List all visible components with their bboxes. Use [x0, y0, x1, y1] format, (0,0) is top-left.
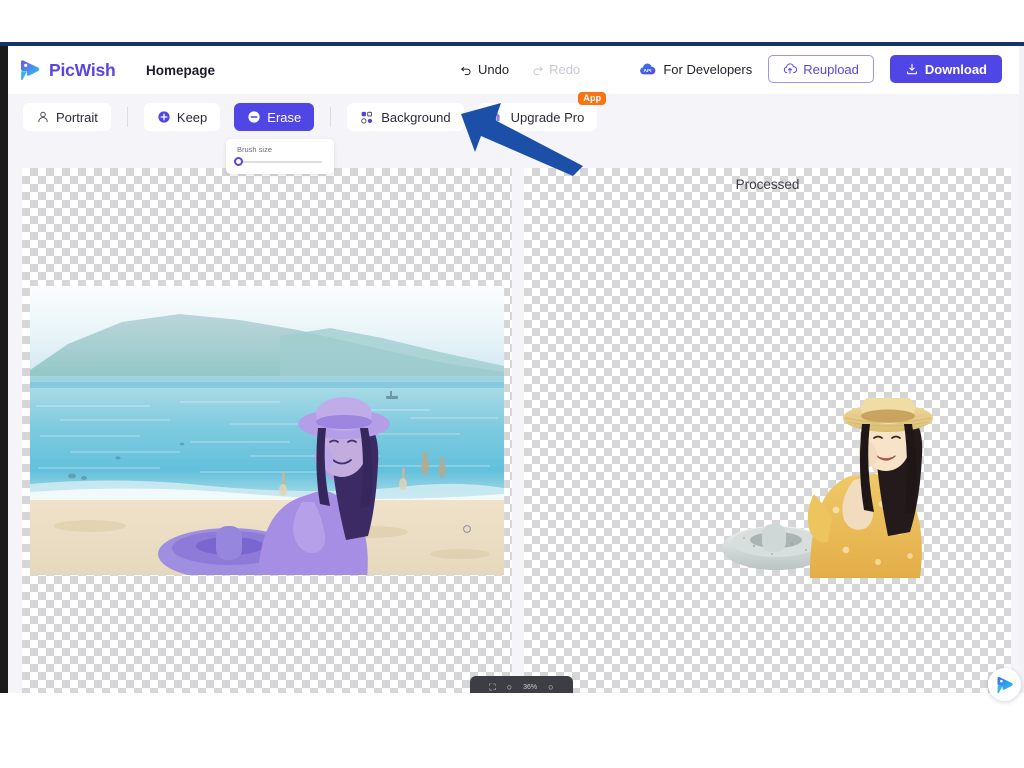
homepage-link[interactable]: Homepage	[146, 63, 215, 78]
original-beach-photo	[30, 286, 504, 575]
toolbar-divider-1	[127, 107, 128, 127]
background-layers-icon	[360, 110, 375, 125]
api-cloud-icon: API	[639, 62, 656, 76]
svg-text:API: API	[644, 68, 653, 74]
brand-name: PicWish	[49, 60, 116, 81]
tool-background-label: Background	[381, 110, 450, 125]
redo-arrow-icon	[531, 63, 544, 76]
tool-keep-label: Keep	[177, 110, 207, 125]
undo-button[interactable]: Undo	[460, 62, 509, 77]
upgrade-crown-icon	[491, 110, 505, 124]
reupload-label: Reupload	[803, 62, 859, 77]
window-right-gutter	[1019, 46, 1024, 693]
page-bottom-filler	[0, 693, 1024, 768]
undo-arrow-icon	[460, 63, 473, 76]
editor-toolbar: Portrait Keep Erase	[8, 94, 1019, 139]
reupload-button[interactable]: Reupload	[768, 55, 874, 83]
fit-screen-icon[interactable]: ⛶	[489, 683, 495, 692]
undo-label: Undo	[478, 62, 509, 77]
processed-image-pane[interactable]: Processed	[524, 168, 1011, 693]
tool-erase-label: Erase	[267, 110, 301, 125]
window-left-gutter	[0, 46, 8, 693]
toolbar-divider-2	[330, 107, 331, 127]
upload-cloud-icon	[783, 62, 797, 76]
person-icon	[36, 110, 50, 124]
tool-upgrade-pro[interactable]: Upgrade Pro	[478, 103, 598, 131]
header-actions: API For Developers Reupload Download	[639, 55, 1002, 83]
zoom-out-icon[interactable]: ○	[507, 683, 512, 692]
tool-upgrade-wrapper: Upgrade Pro App	[478, 103, 598, 131]
download-icon	[905, 62, 919, 76]
history-controls: Undo Redo	[460, 62, 580, 77]
processed-image[interactable]	[714, 398, 954, 578]
zoom-in-icon[interactable]: ○	[548, 683, 553, 692]
tool-erase[interactable]: Erase	[234, 103, 314, 131]
processed-title: Processed	[524, 177, 1011, 192]
tool-portrait[interactable]: Portrait	[23, 103, 111, 131]
tool-background[interactable]: Background	[347, 103, 463, 131]
brush-size-slider-handle[interactable]	[234, 157, 243, 166]
for-developers-label: For Developers	[663, 62, 752, 77]
tool-portrait-label: Portrait	[56, 110, 98, 125]
for-developers-link[interactable]: API For Developers	[639, 62, 752, 77]
chat-support-button[interactable]	[988, 668, 1021, 701]
processed-cutout	[714, 398, 954, 578]
brush-size-slider-track[interactable]	[238, 161, 322, 163]
original-image-pane[interactable]	[22, 168, 512, 693]
app-header: PicWish Homepage Undo Redo	[8, 46, 1019, 94]
picwish-logo-icon	[18, 58, 42, 82]
redo-label: Redo	[549, 62, 580, 77]
picwish-chat-icon	[995, 675, 1015, 695]
brush-size-popover: Brush size	[226, 139, 334, 174]
brand-logo[interactable]: PicWish	[18, 58, 116, 82]
minus-circle-icon	[247, 110, 261, 124]
tool-keep[interactable]: Keep	[144, 103, 220, 131]
picwish-editor-page: PicWish Homepage Undo Redo	[0, 0, 1024, 768]
original-image[interactable]	[30, 286, 504, 575]
editor-canvas-area: Processed	[8, 139, 1019, 693]
zoom-toolbar: ⛶ ○ 36% ○	[470, 676, 573, 693]
toolbar-buttons: Portrait Keep Erase	[23, 103, 597, 131]
plus-circle-icon	[157, 110, 171, 124]
window-top-strip	[0, 0, 1024, 42]
redo-button: Redo	[531, 62, 580, 77]
download-button[interactable]: Download	[890, 55, 1002, 83]
app-badge: App	[578, 92, 606, 105]
zoom-value: 36%	[523, 683, 537, 692]
download-label: Download	[925, 62, 987, 77]
tool-upgrade-label: Upgrade Pro	[511, 110, 585, 125]
brush-size-label: Brush size	[237, 145, 272, 154]
